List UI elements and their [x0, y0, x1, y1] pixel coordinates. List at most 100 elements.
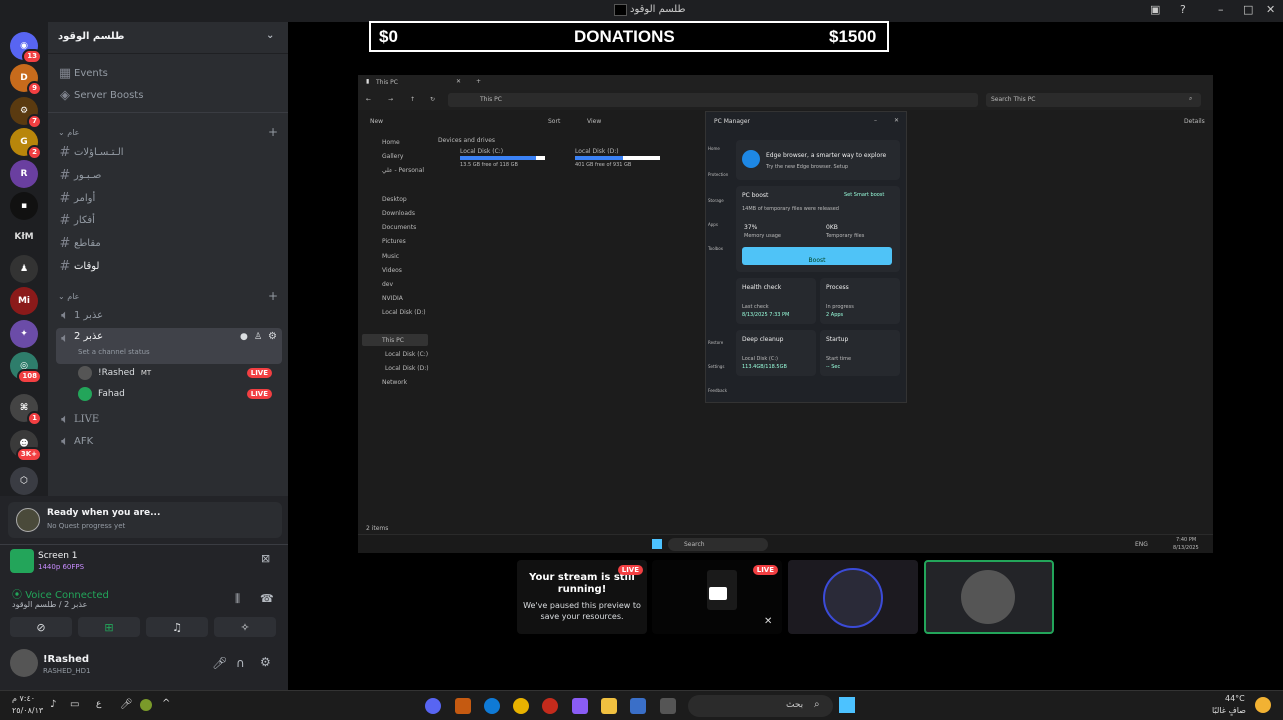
chrome-icon[interactable]	[513, 698, 529, 714]
process-card[interactable]: Process In progress 2 Apps	[820, 278, 900, 324]
new-tab-icon[interactable]: +	[476, 78, 481, 85]
server-icon[interactable]: KłM	[10, 223, 38, 251]
category-text[interactable]: ⌄ عام	[58, 128, 79, 137]
gear-icon[interactable]: ⚙	[268, 331, 277, 342]
voice-channel[interactable]: 🔈︎ AFK	[56, 431, 282, 452]
noise-suppression-icon[interactable]: ⫼	[235, 592, 240, 606]
start-icon[interactable]	[652, 539, 662, 549]
smart-boost-link[interactable]: Set Smart boost	[844, 192, 884, 198]
pcm-nav[interactable]: Feedback	[708, 388, 727, 393]
voice-channel[interactable]: 🔈︎ عذبر 1	[56, 305, 282, 326]
weather-icon[interactable]	[1255, 697, 1271, 713]
server-icon[interactable]: ▪	[10, 192, 38, 220]
server-boosts-link[interactable]: ◈ Server Boosts	[56, 85, 282, 106]
text-channel[interactable]: # أوامر	[56, 188, 282, 209]
nav-item[interactable]: Music	[382, 253, 399, 260]
tray-app-icon[interactable]	[140, 699, 152, 711]
pcm-nav[interactable]: Apps	[708, 222, 718, 227]
nav-item[interactable]: Local Disk (D:)	[382, 309, 426, 316]
voice-channel-active[interactable]: 🔈︎ عذبر 2 Set a channel status ● ♙ ⚙	[56, 328, 282, 364]
activity-button[interactable]: ♫	[146, 617, 208, 637]
add-channel-icon[interactable]: +	[268, 289, 278, 303]
text-channel[interactable]: # لوقات	[56, 256, 282, 277]
text-channel[interactable]: # صـبـور	[56, 165, 282, 186]
voice-user[interactable]: Fahad LIVE	[78, 383, 282, 404]
nav-item[interactable]: Local Disk (C:)	[385, 351, 428, 358]
clock[interactable]: ٧:٤٠ م	[12, 694, 35, 703]
minimize-icon[interactable]: –	[874, 117, 877, 124]
quest-card[interactable]: Ready when you are... No Quest progress …	[8, 502, 282, 538]
explorer-tab[interactable]: This PC	[376, 79, 398, 86]
direct-messages-button[interactable]: ◉ 13	[10, 32, 42, 64]
details-button[interactable]: Details	[1184, 118, 1205, 125]
drive-tile[interactable]: Local Disk (D:) 401 GB free of 931 GB	[553, 148, 663, 170]
microphone-icon[interactable]: 🎤︎	[120, 699, 133, 710]
add-channel-icon[interactable]: +	[268, 125, 278, 139]
channel-status[interactable]: Set a channel status	[78, 348, 150, 356]
nav-item[interactable]: Network	[382, 379, 407, 386]
nav-item[interactable]: This PC	[382, 337, 404, 344]
store-icon[interactable]	[630, 698, 646, 714]
nav-item[interactable]: علي - Personal	[382, 167, 424, 174]
app-icon[interactable]	[542, 698, 558, 714]
server-folder[interactable]: ⬡	[10, 467, 38, 495]
voice-channel[interactable]: 🔈︎ LIVE	[56, 409, 282, 430]
app-icon[interactable]	[660, 698, 676, 714]
discord-icon[interactable]	[425, 698, 441, 714]
nav-item[interactable]: Downloads	[382, 210, 415, 217]
headphones-icon[interactable]: ∩	[236, 656, 245, 670]
muted-icon[interactable]: ✕	[764, 616, 772, 627]
drive-tile[interactable]: Local Disk (C:) 13.5 GB free of 118 GB	[438, 148, 548, 170]
text-channel[interactable]: # مقاطع	[56, 233, 282, 254]
microphone-icon[interactable]: 🎤︎	[212, 656, 227, 670]
deep-cleanup-card[interactable]: Deep cleanup Local Disk (C:) 113.4GB/118…	[736, 330, 816, 376]
avatar[interactable]	[10, 649, 38, 677]
text-channel[interactable]: # الـتـسـاؤلات	[56, 142, 282, 163]
language-indicator[interactable]: ENG	[1135, 541, 1148, 548]
server-icon[interactable]: R	[10, 160, 38, 188]
soundboard-button[interactable]: ✧	[214, 617, 276, 637]
speaker-icon[interactable]: ♪	[50, 699, 56, 710]
inbox-icon[interactable]: ▣	[1150, 3, 1160, 16]
language-indicator[interactable]: ع	[96, 699, 101, 709]
nav-item[interactable]: Home	[382, 139, 400, 146]
copilot-icon[interactable]	[572, 698, 588, 714]
close-tab-icon[interactable]: ✕	[456, 78, 461, 85]
events-link[interactable]: ▦ Events	[56, 63, 282, 84]
disconnect-icon[interactable]: ☎	[260, 592, 274, 605]
boost-button[interactable]: Boost	[742, 247, 892, 265]
category-voice[interactable]: ⌄ عام	[58, 292, 79, 301]
server-folder[interactable]: ⌘ 1	[10, 394, 42, 426]
camera-off-button[interactable]: ⊘	[10, 617, 72, 637]
settings-icon[interactable]: ⚙	[260, 655, 271, 669]
file-explorer-icon[interactable]	[601, 698, 617, 714]
pc-manager-window[interactable]: PC Manager – ✕ Home Protection Storage A…	[705, 111, 907, 403]
nav-item[interactable]: Gallery	[382, 153, 403, 160]
nav-item[interactable]: Pictures	[382, 238, 406, 245]
voice-status[interactable]: ⦿ Voice Connected	[12, 586, 109, 601]
maximize-button[interactable]: □	[1243, 3, 1253, 16]
paused-stream-tile[interactable]: Your stream is still running! We've paus…	[517, 560, 647, 634]
inner-search[interactable]: Search	[668, 538, 768, 551]
close-icon[interactable]: ✕	[894, 117, 899, 124]
pcm-nav[interactable]: Home	[708, 146, 720, 151]
pcm-nav[interactable]: Settings	[708, 364, 724, 369]
share-screen-button[interactable]: ⊞	[78, 617, 140, 637]
address-field[interactable]: This PC	[448, 93, 978, 107]
inner-clock[interactable]: 7:40 PM	[1176, 537, 1196, 543]
server-folder[interactable]: ◎ 108	[10, 352, 42, 384]
nav-item[interactable]: dev	[382, 281, 393, 288]
server-folder[interactable]: ☻ 3K+	[10, 430, 42, 462]
server-icon[interactable]: G2	[10, 128, 42, 160]
text-channel[interactable]: # أفكار	[56, 210, 282, 231]
nav-item[interactable]: Videos	[382, 267, 402, 274]
stream-view[interactable]: ▮ This PC ✕ + ← → ↑ ↻ This PC Search Thi…	[358, 75, 1213, 553]
up-icon[interactable]: ↑	[410, 96, 415, 103]
network-icon[interactable]: ▭	[70, 699, 79, 710]
nav-item[interactable]: Local Disk (D:)	[385, 365, 429, 372]
participant-tile-speaking[interactable]	[924, 560, 1054, 634]
app-icon[interactable]	[455, 698, 471, 714]
back-icon[interactable]: ←	[366, 96, 371, 103]
forward-icon[interactable]: →	[388, 96, 393, 103]
health-check-card[interactable]: Health check Last check 8/13/2025 7:33 P…	[736, 278, 816, 324]
